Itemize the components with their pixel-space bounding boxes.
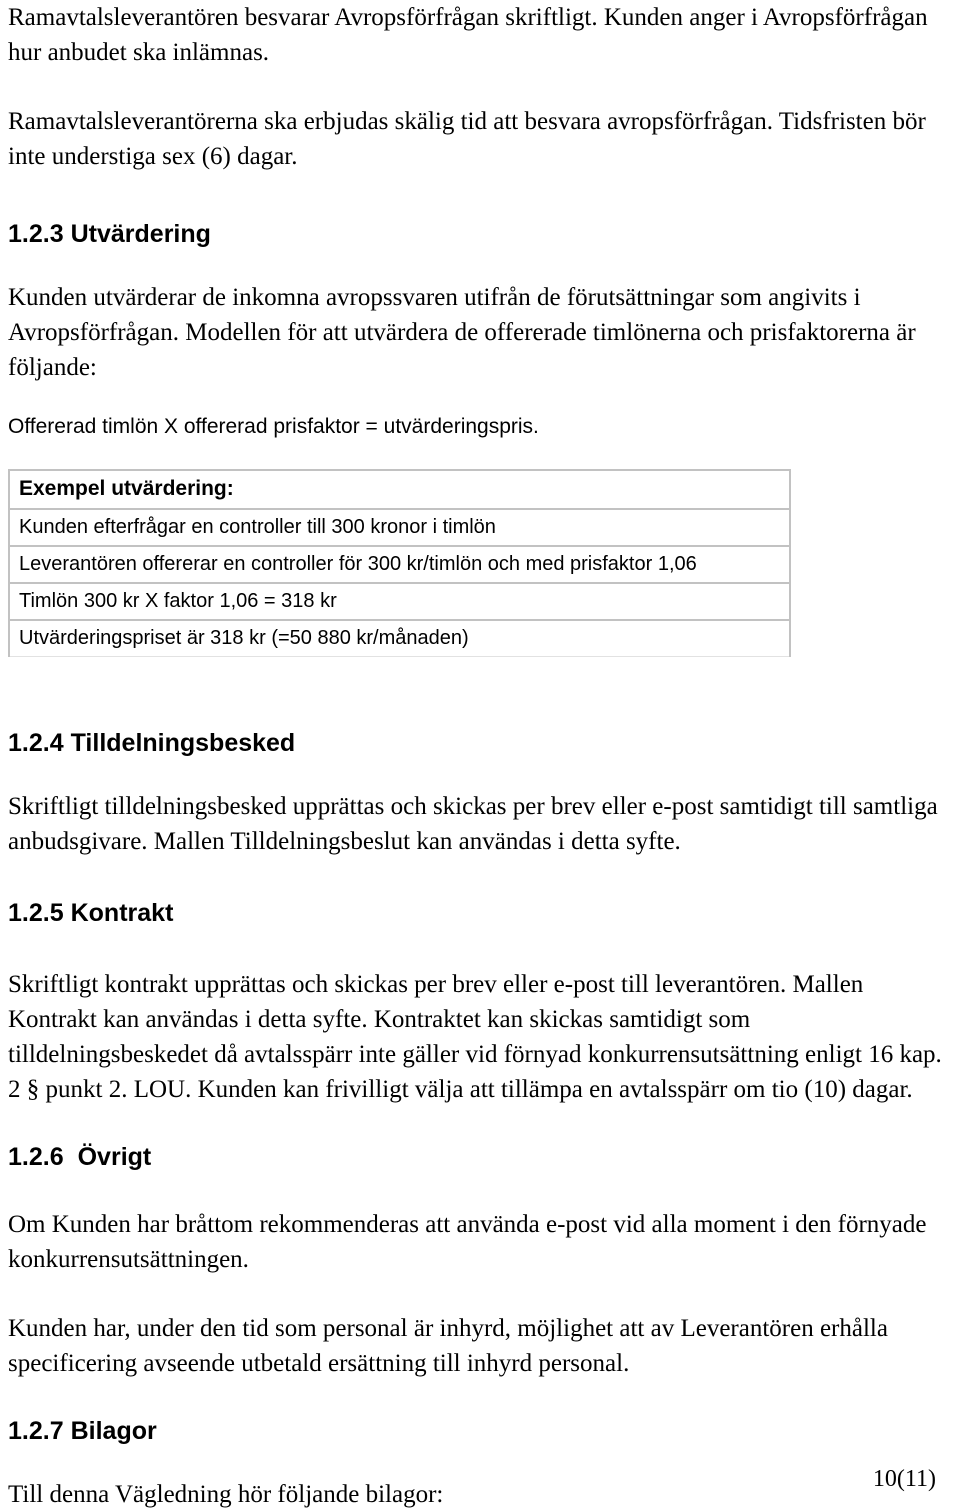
- example-evaluation-table: Exempel utvärdering: Kunden efterfrågar …: [8, 469, 791, 657]
- section-1-2-6-paragraph-1: Om Kunden har bråttom rekommenderas att …: [8, 1211, 927, 1273]
- section-title: Tilldelningsbesked: [70, 729, 296, 757]
- section-1-2-5-paragraph: Skriftligt kontrakt upprättas och skicka…: [8, 971, 942, 1103]
- table-cell: Leverantören offererar en controller för…: [8, 545, 791, 583]
- section-title: Kontrakt: [70, 899, 174, 927]
- intro-paragraph-2: Ramavtalsleverantörerna ska erbjudas skä…: [8, 108, 926, 170]
- table-row: Utvärderingspriset är 318 kr (=50 880 kr…: [8, 619, 791, 657]
- table-cell: Utvärderingspriset är 318 kr (=50 880 kr…: [8, 619, 791, 657]
- evaluation-formula: Offererad timlön X offererad prisfaktor …: [8, 415, 539, 438]
- intro-paragraph-1: Ramavtalsleverantören besvarar Avropsför…: [8, 4, 928, 66]
- section-1-2-4-paragraph: Skriftligt tilldelningsbesked upprättas …: [8, 793, 938, 855]
- section-heading-1-2-5: 1.2.5 Kontrakt: [8, 897, 952, 929]
- section-number: 1.2.6: [8, 1143, 64, 1171]
- table-row: Exempel utvärdering:: [8, 469, 791, 509]
- table-row: Timlön 300 kr X faktor 1,06 = 318 kr: [8, 582, 791, 620]
- section-number: 1.2.3: [8, 220, 64, 248]
- section-number: 1.2.4: [8, 729, 64, 757]
- section-title: Bilagor: [70, 1417, 157, 1445]
- section-heading-1-2-4: 1.2.4 Tilldelningsbesked: [8, 727, 952, 759]
- document-page: Ramavtalsleverantören besvarar Avropsför…: [0, 0, 960, 1508]
- section-1-2-6-paragraph-2: Kunden har, under den tid som personal ä…: [8, 1315, 888, 1377]
- section-1-2-3-paragraph: Kunden utvärderar de inkomna avropssvare…: [8, 284, 916, 381]
- section-number: 1.2.7: [8, 1417, 64, 1445]
- table-header-cell: Exempel utvärdering:: [8, 469, 791, 509]
- page-number: 10(11): [872, 1466, 936, 1492]
- table-cell: Timlön 300 kr X faktor 1,06 = 318 kr: [8, 582, 791, 620]
- section-title: Utvärdering: [70, 220, 211, 248]
- section-title: Övrigt: [77, 1143, 152, 1171]
- table-row: Leverantören offererar en controller för…: [8, 545, 791, 583]
- section-heading-1-2-6: 1.2.6 Övrigt: [8, 1141, 952, 1173]
- section-number: 1.2.5: [8, 899, 64, 927]
- table-row: Kunden efterfrågar en controller till 30…: [8, 508, 791, 546]
- section-heading-1-2-3: 1.2.3 Utvärdering: [8, 218, 952, 250]
- section-heading-1-2-7: 1.2.7 Bilagor: [8, 1415, 952, 1447]
- table-cell: Kunden efterfrågar en controller till 30…: [8, 508, 791, 546]
